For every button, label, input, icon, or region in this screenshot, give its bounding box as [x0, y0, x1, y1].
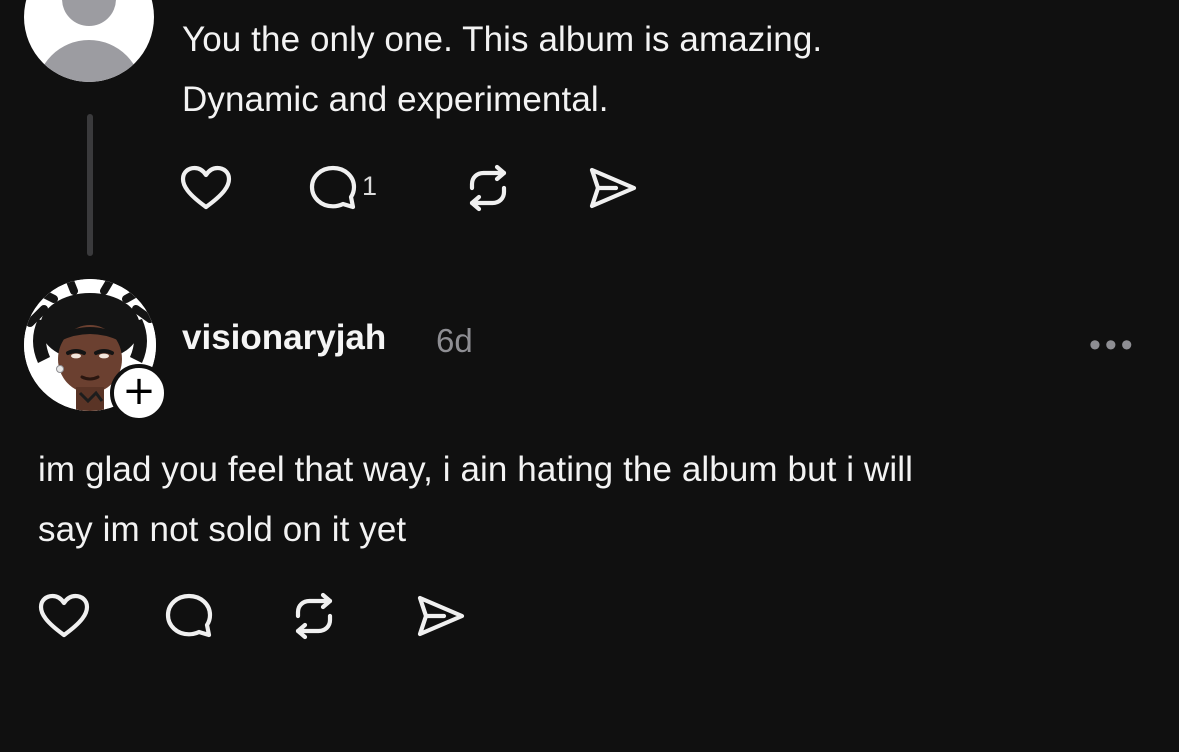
post-text-line: Dynamic and experimental. — [182, 80, 609, 119]
reply-button[interactable] — [164, 592, 214, 640]
post-text: im glad you feel that way, i ain hating … — [38, 440, 1148, 560]
post-text-line: say im not sold on it yet — [38, 510, 407, 549]
like-button[interactable] — [36, 592, 92, 640]
send-icon — [417, 595, 465, 637]
comment-icon — [165, 593, 213, 638]
follow-button[interactable]: + — [110, 364, 168, 422]
default-avatar-head — [62, 0, 116, 26]
thread-line — [87, 114, 93, 256]
comment-icon — [309, 165, 357, 210]
repost-icon — [469, 164, 507, 212]
plus-icon: + — [122, 368, 156, 414]
heart-icon — [38, 593, 90, 638]
share-button[interactable] — [414, 592, 468, 640]
repost-button[interactable] — [288, 592, 340, 640]
avatar[interactable] — [24, 0, 154, 82]
more-options-button[interactable]: ••• — [1089, 326, 1137, 365]
post-text-line: You the only one. This album is amazing. — [182, 20, 823, 59]
share-button[interactable] — [586, 164, 640, 212]
like-button[interactable] — [178, 164, 234, 212]
post-text: You the only one. This album is amazing.… — [182, 10, 1142, 130]
default-avatar-body — [36, 40, 142, 82]
post-text-line: im glad you feel that way, i ain hating … — [38, 450, 913, 489]
heart-icon — [180, 165, 232, 210]
timestamp: 6d — [436, 322, 473, 359]
reply-count: 1 — [362, 170, 378, 201]
username[interactable]: visionaryjah — [182, 318, 386, 358]
send-icon — [589, 167, 637, 209]
reply-button[interactable]: 1 — [308, 164, 377, 212]
more-icon: ••• — [1089, 326, 1137, 364]
repost-button[interactable] — [462, 164, 514, 212]
repost-icon — [295, 592, 333, 640]
